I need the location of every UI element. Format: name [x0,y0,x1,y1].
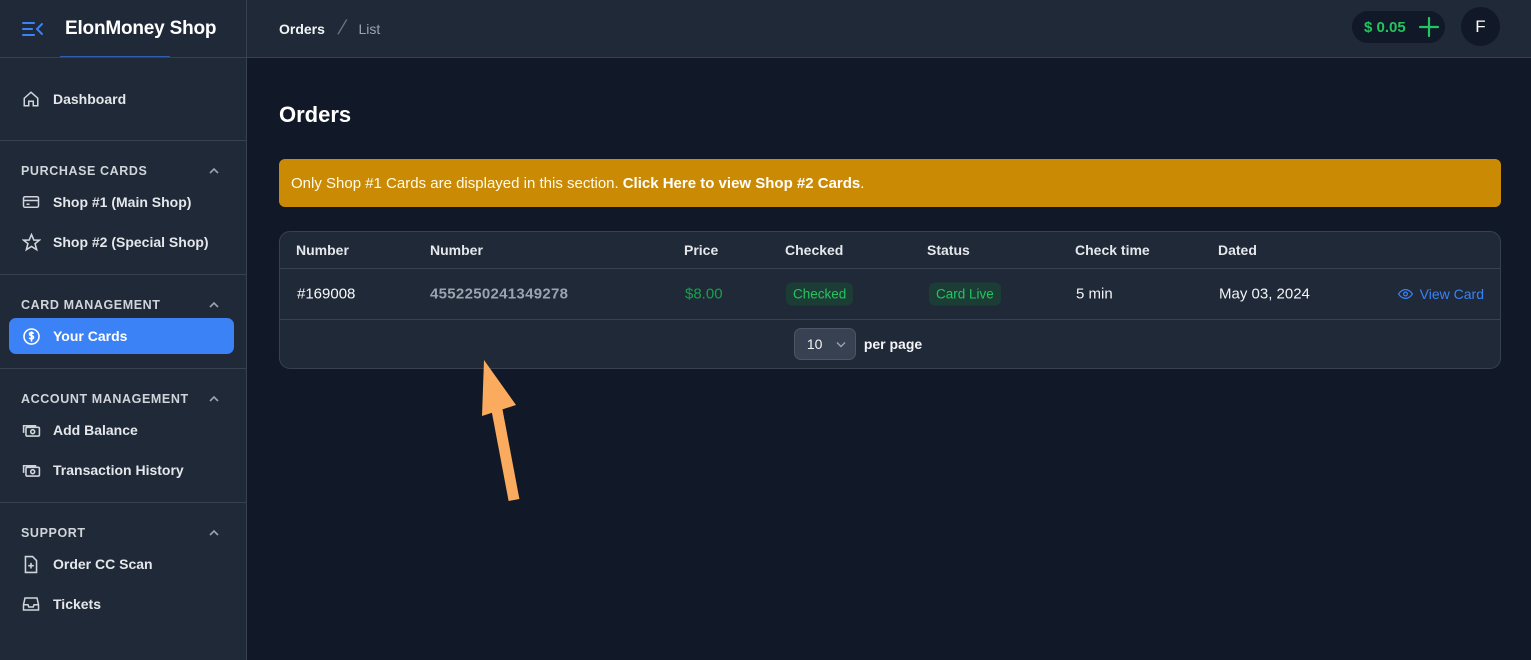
view-card-button[interactable]: View Card [1397,286,1484,302]
dated: May 03, 2024 [1219,285,1310,303]
sidebar-item-dashboard[interactable]: Dashboard [9,81,234,117]
sidebar: ElonMoney Shop Dashboard PURCHASE CARDS … [0,0,247,660]
main-content: Orders Only Shop #1 Cards are displayed … [247,58,1531,660]
order-number: #169008 [297,285,356,303]
breadcrumb-separator: / [335,17,349,39]
dollar-circle-icon [21,326,41,346]
shop-notice-banner: Only Shop #1 Cards are displayed in this… [279,159,1501,207]
status-badge: Card Live [929,282,1001,306]
orders-table: Number Number Price Checked Status Check… [279,231,1501,369]
breadcrumb-orders[interactable]: Orders [279,21,325,37]
sidebar-item-add-balance[interactable]: Add Balance [9,412,234,448]
column-header[interactable]: Number [430,242,483,258]
price: $8.00 [685,285,723,303]
table-row: #169008 4552250241349278 $8.00 Checked C… [280,269,1500,320]
group-title: PURCHASE CARDS [21,164,148,178]
column-header[interactable]: Check time [1075,242,1150,258]
breadcrumb: Orders / List [247,17,380,40]
per-page-value: 10 [806,336,823,352]
nav-group-purchase-cards: PURCHASE CARDS Shop #1 (Main Shop) Shop … [0,141,246,275]
group-title: ACCOUNT MANAGEMENT [21,392,189,406]
collapse-sidebar-icon[interactable] [22,18,44,40]
pagination: 10 per page [280,320,1500,368]
per-page-select[interactable]: 10 [793,328,856,360]
notice-text: Only Shop #1 Cards are displayed in this… [291,174,619,192]
sidebar-item-tickets[interactable]: Tickets [9,586,234,622]
star-icon [21,232,41,252]
eye-icon [1397,288,1413,300]
app-title: ElonMoney Shop [65,17,217,39]
sidebar-item-your-cards[interactable]: Your Cards [9,318,234,354]
chevron-up-icon [209,167,219,174]
brand-header: ElonMoney Shop [0,0,246,58]
per-page-label: per page [863,336,923,352]
plus-icon[interactable] [1417,15,1441,39]
credit-card-icon [21,192,41,212]
page-title: Orders [279,102,352,127]
sidebar-item-label: Your Cards [53,328,128,344]
brand-underline [60,56,170,57]
sidebar-item-shop-1[interactable]: Shop #1 (Main Shop) [9,184,234,220]
sidebar-item-label: Add Balance [53,422,138,438]
sidebar-item-label: Dashboard [53,91,127,107]
avatar[interactable]: F [1461,7,1500,46]
group-toggle-support[interactable]: SUPPORT [9,513,234,542]
checked-badge: Checked [786,282,854,306]
balance-amount: $ 0.05 [1364,18,1406,36]
chevron-down-icon [836,342,846,348]
nav-group-dashboard: Dashboard [0,58,246,141]
group-title: CARD MANAGEMENT [21,298,161,312]
balance-pill[interactable]: $ 0.05 [1352,11,1445,43]
nav-group-card-management: CARD MANAGEMENT Your Cards [0,275,246,369]
sidebar-item-shop-2[interactable]: Shop #2 (Special Shop) [9,224,234,260]
column-header[interactable]: Price [684,242,718,258]
sidebar-item-label: Tickets [53,596,101,612]
group-toggle-purchase-cards[interactable]: PURCHASE CARDS [9,151,234,180]
chevron-up-icon [209,301,219,308]
view-shop-2-link[interactable]: Click Here to view Shop #2 Cards [623,175,861,192]
column-header[interactable]: Dated [1218,242,1257,258]
group-title: SUPPORT [21,526,86,540]
sidebar-item-order-cc-scan[interactable]: Order CC Scan [9,546,234,582]
sidebar-item-label: Shop #2 (Special Shop) [53,234,209,250]
home-icon [21,89,41,109]
column-header[interactable]: Number [296,242,349,258]
view-card-label: View Card [1419,286,1484,302]
sidebar-item-transaction-history[interactable]: Transaction History [9,452,234,488]
table-header: Number Number Price Checked Status Check… [280,232,1500,269]
group-toggle-card-management[interactable]: CARD MANAGEMENT [9,285,234,314]
avatar-initial: F [1475,16,1486,36]
cash-icon [21,420,41,440]
chevron-up-icon [209,529,219,536]
inbox-icon [21,594,41,614]
notice-suffix: . [860,174,865,192]
group-toggle-account-management[interactable]: ACCOUNT MANAGEMENT [9,379,234,408]
check-time: 5 min [1076,285,1113,303]
breadcrumb-list: List [358,20,381,37]
nav-group-account-management: ACCOUNT MANAGEMENT Add Balance Transacti… [0,369,246,503]
column-header[interactable]: Status [927,242,970,258]
column-header[interactable]: Checked [785,242,843,258]
top-bar: Orders / List $ 0.05 F [247,0,1531,58]
cash-icon [21,460,41,480]
sidebar-item-label: Shop #1 (Main Shop) [53,194,192,210]
sidebar-item-label: Order CC Scan [53,556,153,572]
document-plus-icon [21,554,41,574]
nav-group-support: SUPPORT Order CC Scan Tickets [0,503,246,636]
chevron-up-icon [209,395,219,402]
card-number: 4552250241349278 [430,285,569,303]
sidebar-item-label: Transaction History [53,462,184,478]
annotation-arrow [482,360,520,502]
